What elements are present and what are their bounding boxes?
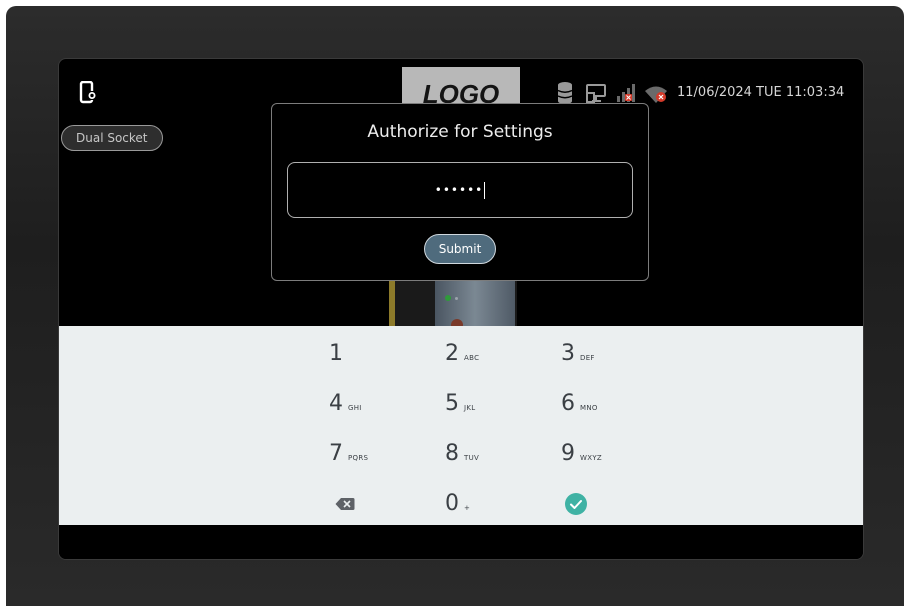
key-letters: TUV — [464, 454, 480, 462]
wifi-off-icon — [645, 86, 667, 103]
device-image — [389, 281, 517, 331]
backspace-icon[interactable] — [335, 496, 355, 510]
screen: Dual Socket LOGO 11/06/2024 TUE 11:03:34… — [58, 58, 864, 560]
key-letters: DEF — [580, 354, 595, 362]
key-digit: 1 — [329, 341, 343, 366]
submit-button[interactable]: Submit — [424, 234, 496, 264]
key-letters: GHI — [348, 404, 362, 412]
key-letters: ABC — [464, 354, 480, 362]
datetime: 11/06/2024 TUE 11:03:34 — [677, 85, 845, 100]
key-digit: 4 — [329, 391, 343, 416]
authorize-dialog: Authorize for Settings •••••• Submit — [271, 103, 649, 281]
key-7[interactable]: 7 PQRS — [329, 434, 429, 474]
key-digit: 8 — [445, 441, 459, 466]
network-icon — [586, 84, 606, 103]
device-rail — [389, 281, 395, 327]
dialog-title: Authorize for Settings — [367, 122, 553, 142]
status-led — [455, 297, 458, 300]
key-letters: PQRS — [348, 454, 369, 462]
device-body — [435, 281, 515, 327]
key-letters: JKL — [464, 404, 476, 412]
database-icon — [557, 82, 573, 104]
password-value: •••••• — [434, 183, 484, 197]
key-5[interactable]: 5 JKL — [445, 384, 545, 424]
status-led — [445, 295, 451, 301]
key-8[interactable]: 8 TUV — [445, 434, 545, 474]
key-4[interactable]: 4 GHI — [329, 384, 429, 424]
key-6[interactable]: 6 MNO — [561, 384, 661, 424]
signal-bars-icon — [617, 84, 635, 102]
device-settings-icon[interactable] — [79, 80, 97, 105]
text-caret — [484, 182, 486, 199]
password-value-wrap: •••••• — [288, 163, 632, 217]
status-icons — [555, 81, 671, 105]
key-digit: 9 — [561, 441, 575, 466]
key-digit: 3 — [561, 341, 575, 366]
password-field[interactable]: •••••• — [287, 162, 633, 218]
key-digit: 7 — [329, 441, 343, 466]
key-letters: MNO — [580, 404, 598, 412]
key-0[interactable]: 0 + — [445, 484, 545, 524]
socket-selector[interactable]: Dual Socket — [61, 125, 163, 151]
key-1[interactable]: 1 — [329, 334, 429, 374]
key-letters: WXYZ — [580, 454, 602, 462]
checkmark-icon[interactable] — [565, 493, 587, 515]
numeric-keypad: 1 2 ABC 3 DEF 4 GHI 5 JKL 6 MNO 7 PQRS 8 TUV 9W… — [59, 326, 863, 525]
key-digit: 6 — [561, 391, 575, 416]
key-9[interactable]: 9 WXYZ — [561, 434, 661, 474]
bottom-bar — [59, 525, 863, 559]
key-digit: 5 — [445, 391, 459, 416]
key-2[interactable]: 2 ABC — [445, 334, 545, 374]
key-3[interactable]: 3 DEF — [561, 334, 661, 374]
key-digit: 0 — [445, 491, 459, 516]
key-digit: 2 — [445, 341, 459, 366]
key-letters: + — [464, 504, 471, 512]
